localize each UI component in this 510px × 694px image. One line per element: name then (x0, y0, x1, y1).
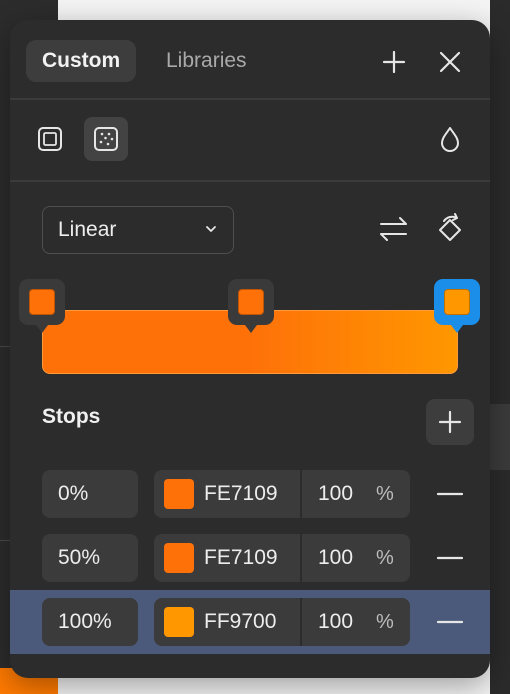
image-fill-button[interactable] (84, 117, 128, 161)
plus-icon[interactable] (380, 48, 408, 76)
stop-position-value: 50% (58, 546, 101, 569)
handle-swatch (444, 289, 470, 315)
opacity-unit: % (376, 611, 394, 633)
gradient-type-label: Linear (58, 218, 117, 241)
stop-row[interactable]: 50% FE7109 100 % (10, 526, 490, 590)
gradient-stop-handle-selected[interactable] (434, 279, 480, 333)
stop-position-value: 0% (58, 482, 89, 505)
hex-value[interactable]: FE7109 (204, 534, 278, 582)
field-separator (300, 598, 302, 646)
plus-icon (438, 410, 462, 434)
color-swatch[interactable] (164, 607, 194, 637)
stop-position-input[interactable]: 100% (42, 598, 138, 646)
opacity-unit: % (376, 483, 394, 505)
background-right-column (490, 0, 510, 694)
stop-color-field[interactable]: FE7109 100 % (154, 470, 410, 518)
color-swatch[interactable] (164, 479, 194, 509)
chevron-down-icon (206, 226, 216, 232)
handle-swatch (29, 289, 55, 315)
remove-stop-button[interactable] (430, 482, 470, 506)
minus-icon (437, 620, 463, 624)
add-stop-button[interactable] (426, 399, 474, 445)
close-icon[interactable] (436, 48, 464, 76)
tab-custom[interactable]: Custom (26, 40, 137, 82)
stops-title: Stops (42, 405, 101, 428)
stop-row-selected[interactable]: 100% FF9700 100 % (10, 590, 490, 654)
opacity-value[interactable]: 100 (318, 534, 353, 582)
solid-fill-button[interactable] (28, 117, 72, 161)
minus-icon (437, 492, 463, 496)
stop-color-field[interactable]: FE7109 100 % (154, 534, 410, 582)
opacity-value[interactable]: 100 (318, 470, 353, 518)
field-separator (300, 470, 302, 518)
opacity-unit: % (376, 547, 394, 569)
rotate-icon[interactable] (434, 212, 466, 246)
hex-value[interactable]: FF9700 (204, 598, 276, 646)
gradient-stop-handle[interactable] (228, 279, 274, 333)
remove-stop-button[interactable] (430, 546, 470, 570)
swap-arrows-icon[interactable] (376, 214, 412, 244)
gradient-type-select[interactable]: Linear (42, 206, 234, 254)
background-block (490, 404, 510, 470)
stop-position-input[interactable]: 0% (42, 470, 138, 518)
opacity-value[interactable]: 100 (318, 598, 353, 646)
field-separator (300, 534, 302, 582)
stop-color-field[interactable]: FF9700 100 % (154, 598, 410, 646)
minus-icon (437, 556, 463, 560)
image-fill-icon (94, 127, 118, 151)
hex-value[interactable]: FE7109 (204, 470, 278, 518)
handle-swatch (238, 289, 264, 315)
divider (10, 98, 490, 100)
solid-fill-icon (38, 127, 62, 151)
color-swatch[interactable] (164, 543, 194, 573)
stop-row[interactable]: 0% FE7109 100 % (10, 462, 490, 526)
fill-picker-panel: Custom Libraries Linear Stops 0% FE7109 … (10, 20, 490, 678)
drop-icon[interactable] (436, 124, 464, 156)
tab-libraries[interactable]: Libraries (150, 40, 263, 82)
remove-stop-button[interactable] (430, 610, 470, 634)
gradient-stop-handle[interactable] (19, 279, 65, 333)
stop-position-input[interactable]: 50% (42, 534, 138, 582)
divider (10, 180, 490, 182)
stop-position-value: 100% (58, 610, 112, 633)
